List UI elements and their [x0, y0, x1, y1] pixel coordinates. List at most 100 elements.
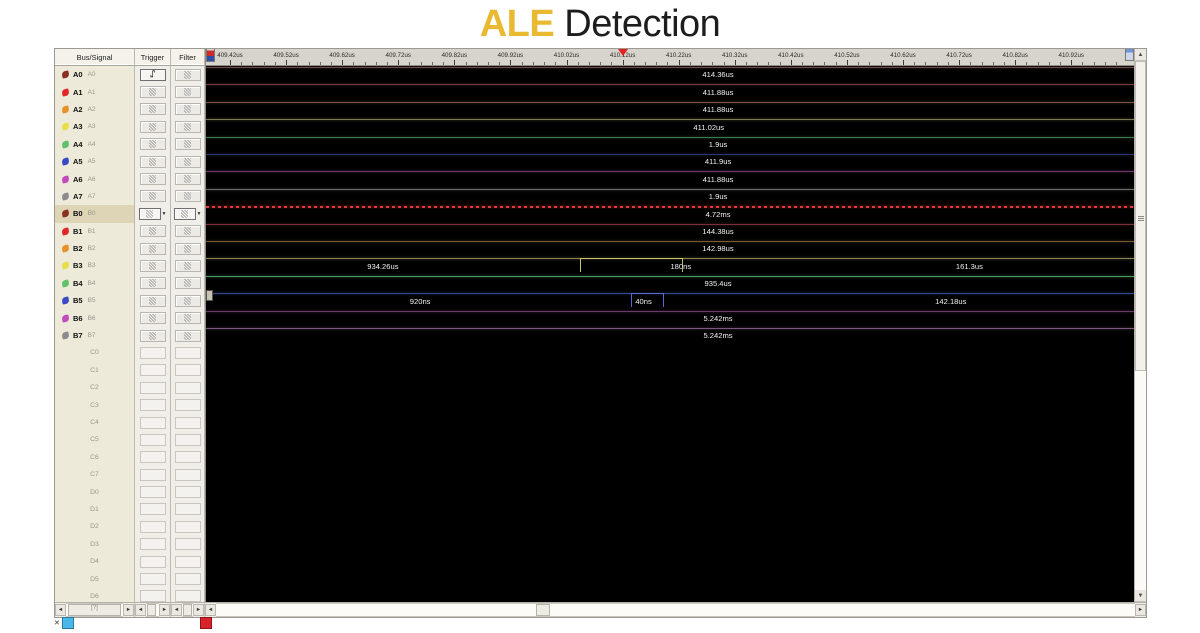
trigger-cell-a6[interactable] [135, 170, 170, 187]
waveform-row-b1[interactable] [206, 222, 1134, 240]
trigger-button[interactable] [139, 120, 166, 133]
chevron-down-icon[interactable]: ▼ [162, 211, 167, 217]
signal-color-pen-icon[interactable] [61, 244, 70, 253]
filter-cell-b4[interactable] [171, 275, 204, 292]
signal-row-b5[interactable]: B5 B5 [55, 292, 134, 309]
filter-cell-a0[interactable] [171, 66, 204, 83]
filter-button[interactable] [174, 277, 201, 290]
signal-row-a4[interactable]: A4 A4 [55, 136, 134, 153]
trigger-cell-c0[interactable] [135, 344, 170, 361]
trigger-cell-c4[interactable] [135, 414, 170, 431]
filter-button[interactable] [174, 294, 201, 307]
signal-row-d2[interactable]: D2 [55, 518, 134, 535]
filter-cell-c6[interactable] [171, 449, 204, 466]
trigger-button[interactable] [139, 138, 166, 151]
trigger-scroll-track[interactable] [146, 603, 159, 617]
signal-color-pen-icon[interactable] [61, 314, 70, 323]
filter-button[interactable] [174, 68, 201, 81]
signal-row-b6[interactable]: B6 B6 [55, 309, 134, 326]
signal-color-pen-icon[interactable] [61, 87, 70, 97]
signal-row-c3[interactable]: C3 [55, 396, 134, 413]
trigger-button[interactable] [139, 259, 166, 272]
filter-cell-c0[interactable] [171, 344, 204, 361]
trigger-cell-c5[interactable] [135, 431, 170, 448]
trigger-cell-a2[interactable] [135, 101, 170, 118]
signal-row-b2[interactable]: B2 B2 [55, 240, 134, 257]
trigger-cell-d0[interactable] [135, 483, 170, 500]
waveform-canvas[interactable]: 414.36us 411.88us 411.88us 411.02us 1.9us 411… [206, 66, 1134, 602]
end-marker-flag-icon[interactable] [1125, 49, 1134, 61]
signal-color-pen-icon[interactable] [61, 174, 70, 184]
waveform-scroll-right-button[interactable]: ► [1135, 604, 1146, 616]
trigger-cell-d1[interactable] [135, 501, 170, 518]
status-indicator-red[interactable] [199, 617, 212, 629]
trigger-button[interactable] [139, 190, 166, 203]
close-icon[interactable]: ✕ [54, 619, 60, 627]
trigger-cell-b1[interactable] [135, 223, 170, 240]
signal-color-pen-icon[interactable] [61, 140, 70, 149]
filter-button[interactable] [174, 155, 201, 168]
signal-row-a6[interactable]: A6 A6 [55, 170, 134, 187]
signal-row-b3[interactable]: B3 B3 [55, 257, 134, 274]
filter-cell-d2[interactable] [171, 518, 204, 535]
signal-scroll-track[interactable]: [?] [66, 603, 123, 617]
signal-color-pen-icon[interactable] [61, 279, 70, 288]
filter-scroll-right-button[interactable]: ► [193, 604, 204, 616]
signal-row-a2[interactable]: A2 A2 [55, 101, 134, 118]
cursor-marker-icon[interactable] [617, 49, 628, 56]
filter-cell-d3[interactable] [171, 536, 204, 553]
signal-row-a7[interactable]: A7 A7 [55, 188, 134, 205]
filter-cell-c1[interactable] [171, 362, 204, 379]
trigger-cell-a1[interactable] [135, 83, 170, 100]
waveform-hscrollbar[interactable]: ◄ ► [205, 603, 1146, 617]
filter-cell-a6[interactable] [171, 170, 204, 187]
trigger-button[interactable] [139, 225, 166, 238]
trigger-button[interactable] [139, 155, 166, 168]
filter-scroll-track[interactable] [182, 603, 193, 617]
filter-cell-b6[interactable] [171, 309, 204, 326]
signal-color-pen-icon[interactable] [61, 209, 70, 218]
filter-cell-d0[interactable] [171, 483, 204, 500]
waveform-row-a3[interactable] [206, 118, 1134, 135]
signal-row-c6[interactable]: C6 [55, 449, 134, 466]
trigger-cell-a7[interactable] [135, 188, 170, 205]
filter-cell-b5[interactable] [171, 292, 204, 309]
signal-color-pen-icon[interactable] [61, 192, 70, 201]
signal-row-a3[interactable]: A3 A3 [55, 118, 134, 135]
filter-cell-a5[interactable] [171, 153, 204, 170]
filter-button[interactable] [174, 173, 201, 186]
filter-scroll-thumb[interactable] [183, 604, 192, 616]
trigger-cell-c6[interactable] [135, 449, 170, 466]
trigger-cell-c2[interactable] [135, 379, 170, 396]
waveform-row-a5[interactable] [206, 153, 1134, 170]
signal-row-d3[interactable]: D3 [55, 536, 134, 553]
filter-cell-c5[interactable] [171, 431, 204, 448]
waveform-row-b5[interactable] [206, 292, 1134, 309]
signal-row-a0[interactable]: A0 A0 [55, 66, 134, 83]
scroll-down-button[interactable]: ▼ [1135, 590, 1146, 602]
waveform-scroll-thumb[interactable] [536, 604, 550, 616]
signal-row-a1[interactable]: A1 A1 [55, 83, 134, 100]
signal-row-b4[interactable]: B4 B4 [55, 275, 134, 292]
filter-button[interactable] [174, 86, 201, 99]
filter-button[interactable] [174, 329, 201, 342]
signal-row-c0[interactable]: C0 [55, 344, 134, 361]
trigger-button[interactable] [139, 86, 166, 99]
filter-button[interactable] [174, 225, 201, 238]
filter-button[interactable] [173, 207, 196, 220]
filter-cell-a7[interactable] [171, 188, 204, 205]
filter-cell-d5[interactable] [171, 570, 204, 587]
filter-cell-a4[interactable] [171, 136, 204, 153]
trigger-cell-d4[interactable] [135, 553, 170, 570]
filter-button[interactable] [174, 190, 201, 203]
filter-cell-a2[interactable] [171, 101, 204, 118]
filter-button[interactable] [174, 312, 201, 325]
status-indicator-blue[interactable] [61, 617, 74, 629]
filter-cell-c4[interactable] [171, 414, 204, 431]
waveform-scroll-left-button[interactable]: ◄ [205, 604, 216, 616]
filter-button[interactable] [174, 242, 201, 255]
signal-row-d5[interactable]: D5 [55, 570, 134, 587]
trigger-cell-b4[interactable] [135, 275, 170, 292]
signal-row-d1[interactable]: D1 [55, 501, 134, 518]
waveform-row-a7[interactable] [206, 187, 1134, 205]
